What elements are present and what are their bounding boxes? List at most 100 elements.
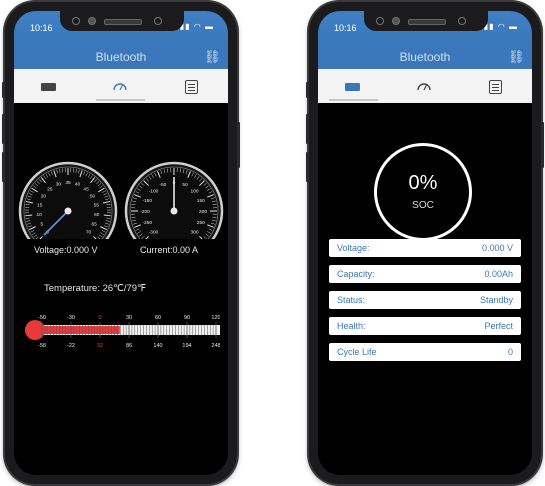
camera-icon xyxy=(72,17,80,25)
tab-battery[interactable] xyxy=(14,69,85,103)
info-row-voltage: Voltage: 0.000 V xyxy=(329,239,521,257)
celsius-label: -50 xyxy=(38,315,46,321)
info-label: Voltage: xyxy=(337,243,370,253)
gauge-tick-label: 300 xyxy=(190,230,198,236)
info-row-health: Health: Perfect xyxy=(329,317,521,335)
nav-bar: Bluetooth ⛓ xyxy=(14,45,228,69)
info-value: 0 xyxy=(507,347,513,357)
info-row-capacity: Capacity: 0.00Ah xyxy=(329,265,521,283)
battery-icon xyxy=(41,83,56,91)
gauge-icon xyxy=(113,83,127,91)
mute-switch xyxy=(2,82,5,98)
gauge-tick-label: 15 xyxy=(37,203,43,209)
soc-ring: 0% SOC xyxy=(374,143,472,241)
tab-gauge[interactable] xyxy=(389,69,460,103)
gauge-tick-label: 40 xyxy=(75,182,81,188)
fahrenheit-label: 140 xyxy=(153,343,162,349)
status-time: 10:16 xyxy=(30,23,53,33)
gauge-tick-label: 70 xyxy=(86,230,92,236)
phone-left: 10:16 ▮▮ ◠ ▬ Bluetooth ⛓ 0 5 10 15 20 25… xyxy=(2,2,240,484)
gauge-icon xyxy=(417,83,431,91)
gauge-tick-label: 55 xyxy=(94,203,100,209)
info-value: Perfect xyxy=(484,321,513,331)
camera-icon xyxy=(154,17,162,25)
signal-wifi-battery-icon: ▮▮ ◠ ▬ xyxy=(483,22,518,31)
gauge-tick-label: 100 xyxy=(190,188,198,194)
document-icon xyxy=(185,80,198,94)
celsius-label: 120 xyxy=(211,315,220,321)
gauge-tick-label: 250 xyxy=(197,220,205,226)
power-button xyxy=(541,122,544,168)
camera-icon xyxy=(458,17,466,25)
fahrenheit-label: 86 xyxy=(126,343,132,349)
link-icon[interactable]: ⛓ xyxy=(508,49,525,65)
signal-wifi-battery-icon: ▮▮ ◠ ▬ xyxy=(179,22,214,31)
volume-up-button xyxy=(306,114,309,144)
fahrenheit-label: 248 xyxy=(211,343,220,349)
info-label: Cycle Life xyxy=(337,347,377,357)
gauge-tick-label: 50 xyxy=(90,194,96,200)
tab-bar xyxy=(318,69,532,103)
info-value: 0.00Ah xyxy=(484,269,513,279)
info-row-cycle-life: Cycle Life 0 xyxy=(329,343,521,361)
camera-icon xyxy=(376,17,384,25)
gauge-tick-label: 10 xyxy=(37,212,43,218)
fahrenheit-label: -22 xyxy=(67,343,75,349)
gauge-tick-label: 20 xyxy=(41,194,47,200)
phone-right: 10:16 ▮▮ ◠ ▬ Bluetooth ⛓ 0% SOC Voltage:… xyxy=(306,2,544,484)
tab-gauge[interactable] xyxy=(85,69,156,103)
soc-label: SOC xyxy=(412,200,434,211)
gauge-tick-label: 25 xyxy=(47,186,53,192)
gauge-tick-label: 65 xyxy=(91,222,97,228)
gauge-tick-label: -150 xyxy=(142,198,152,204)
gauge-tick-label: 5 xyxy=(41,222,44,228)
mute-switch xyxy=(306,82,309,98)
tab-bar xyxy=(14,69,228,103)
gauge-tick-label: -250 xyxy=(142,220,152,226)
fahrenheit-label: 194 xyxy=(182,343,191,349)
sensor-icon xyxy=(88,17,96,25)
tab-details[interactable] xyxy=(156,69,227,103)
info-row-status: Status: Standby xyxy=(329,291,521,309)
sensor-icon xyxy=(392,17,400,25)
status-time: 10:16 xyxy=(334,23,357,33)
gauge-tick-label: 45 xyxy=(83,186,89,192)
nav-title: Bluetooth xyxy=(95,50,147,64)
celsius-scale-labels: -50 -30 0 30 60 90 120 xyxy=(38,315,220,321)
volume-down-button xyxy=(306,152,309,182)
gauge-tick-label: 150 xyxy=(197,198,205,204)
tab-details[interactable] xyxy=(460,69,531,103)
celsius-label: 0 xyxy=(98,315,101,321)
notch xyxy=(60,11,184,31)
current-gauge: -300-250-200-150-100-5005010015020025030… xyxy=(124,161,224,239)
info-value: 0.000 V xyxy=(481,243,513,253)
info-label: Status: xyxy=(337,295,366,305)
gauge-tick-label: -200 xyxy=(140,209,150,215)
info-value: Standby xyxy=(479,295,513,305)
gauge-tick-label: -50 xyxy=(159,182,166,188)
screen-left: 10:16 ▮▮ ◠ ▬ Bluetooth ⛓ 0 5 10 15 20 25… xyxy=(14,11,228,475)
info-label: Capacity: xyxy=(337,269,375,279)
gauge-tick-label: 60 xyxy=(94,212,100,218)
document-icon xyxy=(489,80,502,94)
current-needle-hub xyxy=(170,207,178,215)
link-icon[interactable]: ⛓ xyxy=(204,49,221,65)
tab-battery[interactable] xyxy=(318,69,389,103)
thermometer-minor-ticks xyxy=(41,322,217,338)
thermometer: -50 -30 0 30 60 90 120 -58 -22 32 86 140 194 248 xyxy=(25,315,220,349)
speaker-grille xyxy=(408,19,446,25)
celsius-label: 30 xyxy=(126,315,132,321)
gauge-tick-label: 50 xyxy=(182,182,188,188)
fahrenheit-scale-labels: -58 -22 32 86 140 194 248 xyxy=(38,343,220,349)
fahrenheit-label: -58 xyxy=(38,343,46,349)
gauge-tick-label: 30 xyxy=(56,182,62,188)
thermometer-mercury xyxy=(36,326,120,334)
volume-down-button xyxy=(2,152,5,182)
voltage-needle-hub xyxy=(64,207,72,215)
current-readout: Current:0.00 A xyxy=(140,245,199,255)
fahrenheit-label: 32 xyxy=(97,343,103,349)
soc-value: 0% xyxy=(408,172,438,194)
celsius-label: -30 xyxy=(67,315,75,321)
notch xyxy=(364,11,488,31)
voltage-readout: Voltage:0.000 V xyxy=(34,245,98,255)
